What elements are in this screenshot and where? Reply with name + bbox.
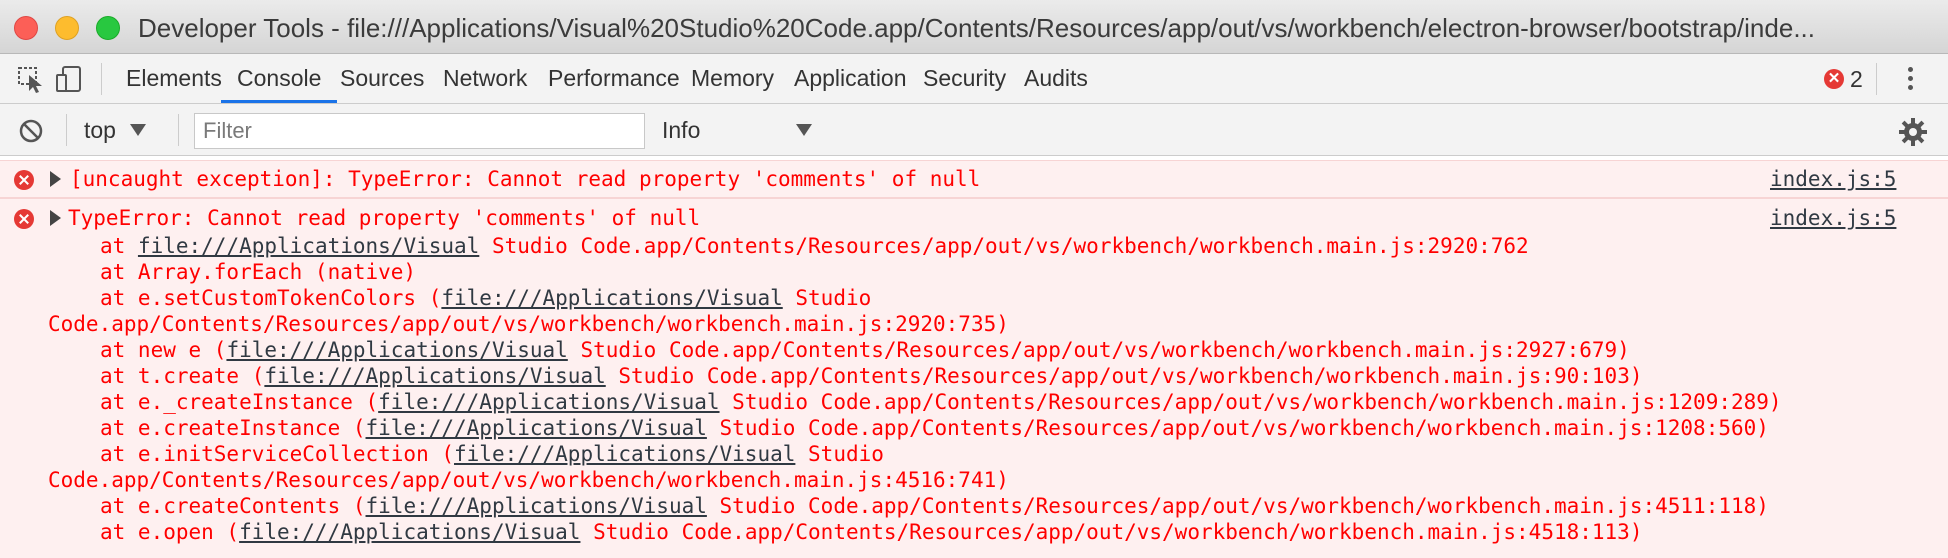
stack-trace-line: at e.createContents (file:///Application… bbox=[0, 493, 1948, 519]
console-error-message: TypeError: Cannot read property 'comment… bbox=[0, 198, 1948, 558]
context-select[interactable]: top bbox=[84, 116, 146, 144]
tab-application[interactable]: Application bbox=[778, 54, 923, 103]
window-close-button[interactable] bbox=[14, 16, 38, 40]
stack-frame-link[interactable]: file:///Applications/Visual bbox=[239, 520, 580, 544]
toolbar-divider bbox=[178, 114, 179, 146]
chevron-down-icon bbox=[796, 124, 812, 136]
stack-frame-text: Code.app/Contents/Resources/app/out/vs/w… bbox=[48, 312, 1009, 336]
tab-elements[interactable]: Elements bbox=[110, 54, 238, 103]
filter-input[interactable] bbox=[194, 113, 645, 149]
tab-audits[interactable]: Audits bbox=[1008, 54, 1104, 103]
devtools-tabbar: Elements Console Sources Network Perform… bbox=[0, 54, 1948, 104]
stack-frame-link[interactable]: file:///Applications/Visual bbox=[454, 442, 795, 466]
log-level-select[interactable]: Info bbox=[662, 116, 812, 144]
stack-frame-text: Studio Code.app/Contents/Resources/app/o… bbox=[580, 520, 1643, 544]
stack-frame-text: at e._createInstance ( bbox=[100, 390, 379, 414]
expand-triangle-icon[interactable] bbox=[50, 171, 61, 187]
error-icon: ✕ bbox=[1824, 69, 1844, 89]
context-value: top bbox=[84, 116, 116, 143]
stack-frame-link[interactable]: file:///Applications/Visual bbox=[264, 364, 605, 388]
stack-frame-text: at e.open ( bbox=[100, 520, 240, 544]
stack-frame-text: at new e ( bbox=[100, 338, 227, 362]
stack-trace-line: at new e (file:///Applications/Visual St… bbox=[0, 337, 1948, 363]
error-counter[interactable]: ✕ 2 bbox=[1824, 66, 1863, 92]
stack-trace-line: Code.app/Contents/Resources/app/out/vs/w… bbox=[0, 311, 1948, 337]
stack-frame-text: Studio Code.app/Contents/Resources/app/o… bbox=[479, 234, 1529, 258]
stack-frame-text: at e.createInstance ( bbox=[100, 416, 366, 440]
stack-frame-text: at Array.forEach (native) bbox=[100, 260, 417, 284]
source-link[interactable]: index.js:5 bbox=[1770, 205, 1896, 231]
stack-frame-text: Studio Code.app/Contents/Resources/app/o… bbox=[706, 494, 1769, 518]
stack-frame-link[interactable]: file:///Applications/Visual bbox=[441, 286, 782, 310]
error-icon bbox=[14, 209, 34, 229]
stack-frame-text: Studio Code.app/Contents/Resources/app/o… bbox=[605, 364, 1643, 388]
toolbar-divider bbox=[66, 114, 67, 146]
stack-frame-text: at e.createContents ( bbox=[100, 494, 366, 518]
error-message-text: [uncaught exception]: TypeError: Cannot … bbox=[70, 167, 981, 191]
stack-frame-text: at e.initServiceCollection ( bbox=[100, 442, 455, 466]
tab-console[interactable]: Console bbox=[221, 54, 338, 103]
stack-frame-text: Studio bbox=[795, 442, 884, 466]
tab-network[interactable]: Network bbox=[427, 54, 543, 103]
error-count: 2 bbox=[1850, 65, 1863, 92]
window-title: Developer Tools - file:///Applications/V… bbox=[138, 13, 1815, 43]
stack-frame-text: at e.setCustomTokenColors ( bbox=[100, 286, 442, 310]
console-error-message: [uncaught exception]: TypeError: Cannot … bbox=[0, 160, 1948, 198]
stack-trace: at file:///Applications/Visual Studio Co… bbox=[0, 233, 1948, 545]
gear-icon[interactable] bbox=[1898, 117, 1928, 147]
stack-frame-link[interactable]: file:///Applications/Visual bbox=[366, 494, 707, 518]
stack-trace-line: at e.open (file:///Applications/Visual S… bbox=[0, 519, 1948, 545]
chevron-down-icon bbox=[129, 124, 146, 136]
expand-triangle-icon[interactable] bbox=[50, 210, 61, 226]
stack-frame-text: at t.create ( bbox=[100, 364, 265, 388]
error-icon bbox=[14, 170, 34, 190]
console-output: [uncaught exception]: TypeError: Cannot … bbox=[0, 156, 1948, 558]
tab-sources[interactable]: Sources bbox=[324, 54, 440, 103]
tab-performance[interactable]: Performance bbox=[532, 54, 696, 103]
stack-trace-line: at e.createInstance (file:///Application… bbox=[0, 415, 1948, 441]
stack-frame-text: Studio Code.app/Contents/Resources/app/o… bbox=[567, 338, 1630, 362]
window-minimize-button[interactable] bbox=[55, 16, 79, 40]
more-options-icon[interactable] bbox=[1906, 67, 1914, 93]
tab-memory[interactable]: Memory bbox=[675, 54, 790, 103]
stack-frame-text: Code.app/Contents/Resources/app/out/vs/w… bbox=[48, 468, 1009, 492]
source-link[interactable]: index.js:5 bbox=[1770, 166, 1896, 192]
stack-trace-line: at t.create (file:///Applications/Visual… bbox=[0, 363, 1948, 389]
error-message-text: TypeError: Cannot read property 'comment… bbox=[68, 206, 701, 230]
stack-frame-text: at bbox=[100, 234, 138, 258]
stack-frame-link[interactable]: file:///Applications/Visual bbox=[138, 234, 479, 258]
stack-frame-text: Studio Code.app/Contents/Resources/app/o… bbox=[706, 416, 1769, 440]
device-toolbar-icon[interactable] bbox=[54, 64, 84, 94]
log-level-value: Info bbox=[662, 116, 701, 143]
window-maximize-button[interactable] bbox=[96, 16, 120, 40]
stack-trace-line: at Array.forEach (native) bbox=[0, 259, 1948, 285]
tab-security[interactable]: Security bbox=[907, 54, 1022, 103]
stack-frame-text: Studio Code.app/Contents/Resources/app/o… bbox=[719, 390, 1782, 414]
stack-frame-text: Studio bbox=[782, 286, 872, 310]
stack-trace-line: Code.app/Contents/Resources/app/out/vs/w… bbox=[0, 467, 1948, 493]
stack-frame-link[interactable]: file:///Applications/Visual bbox=[378, 390, 719, 414]
stack-frame-link[interactable]: file:///Applications/Visual bbox=[366, 416, 707, 440]
stack-trace-line: at e._createInstance (file:///Applicatio… bbox=[0, 389, 1948, 415]
toolbar-divider bbox=[101, 63, 102, 95]
inspect-element-icon[interactable] bbox=[16, 64, 46, 94]
stack-trace-line: at e.setCustomTokenColors (file:///Appli… bbox=[0, 285, 1948, 311]
clear-console-icon[interactable] bbox=[18, 118, 44, 144]
console-toolbar: top Info bbox=[0, 104, 1948, 156]
window-titlebar: Developer Tools - file:///Applications/V… bbox=[0, 0, 1948, 54]
toolbar-divider bbox=[1876, 63, 1877, 95]
stack-frame-link[interactable]: file:///Applications/Visual bbox=[226, 338, 567, 362]
stack-trace-line: at file:///Applications/Visual Studio Co… bbox=[0, 233, 1948, 259]
stack-trace-line: at e.initServiceCollection (file:///Appl… bbox=[0, 441, 1948, 467]
